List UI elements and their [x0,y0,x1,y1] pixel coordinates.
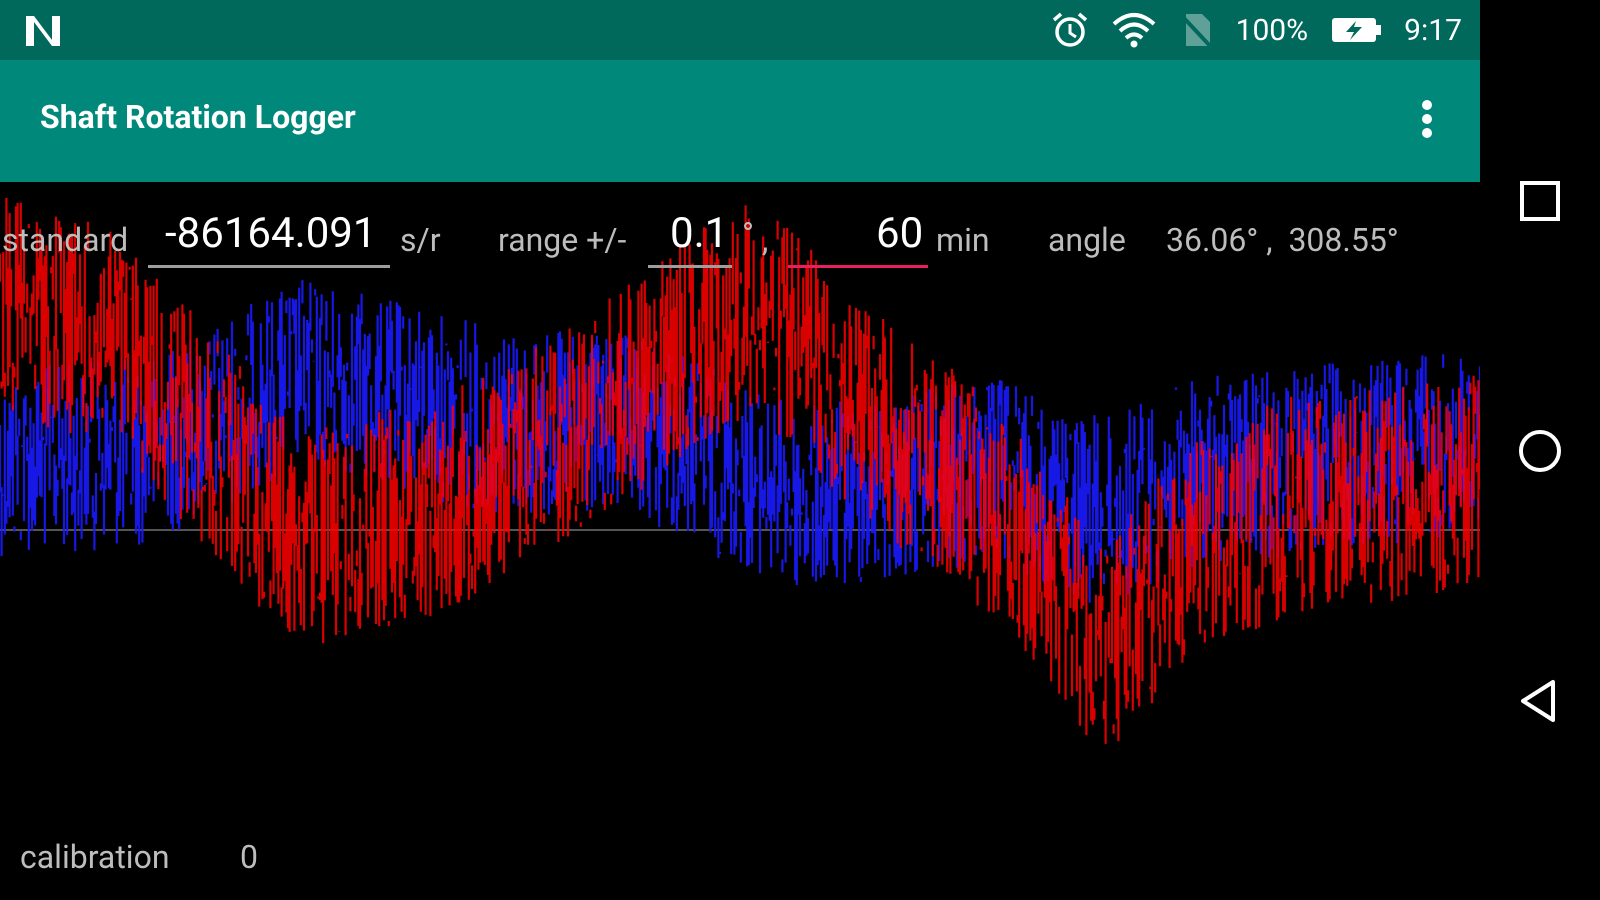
app-bar: Shaft Rotation Logger [0,60,1480,182]
series-red [0,197,1480,744]
home-icon[interactable] [1515,426,1565,476]
standard-input-underline [148,265,390,268]
standard-input[interactable]: -86164.091 [165,209,377,258]
calibration-label: calibration [20,838,170,876]
range-input[interactable]: 0.1 [670,209,728,258]
duration-unit: min [936,221,990,259]
recents-icon[interactable] [1515,176,1565,226]
range-input-underline [648,265,732,268]
duration-input-underline [788,265,928,268]
battery-charging-icon [1332,18,1382,42]
range-unit: ° [742,215,754,253]
no-sim-icon [1180,14,1214,50]
rotation-plot [0,197,1480,744]
controls-row: standard -86164.091 s/r range +/- 0.1 ° … [0,205,1480,275]
alarm-icon [1052,12,1087,47]
separator: , [762,221,769,259]
angle-values: 36.06° , 308.55° [1166,221,1399,259]
standard-unit: s/r [400,221,441,259]
overflow-menu-icon[interactable] [1412,96,1442,144]
clock: 9:17 [1404,12,1462,48]
calibration-value: 0 [240,838,258,876]
duration-input[interactable]: 60 [876,209,923,258]
standard-label: standard [2,221,129,259]
angle-label: angle [1048,221,1126,259]
range-label: range +/- [498,221,627,259]
n-logo-icon [26,16,60,46]
app-title: Shaft Rotation Logger [40,98,356,136]
wifi-icon [1112,13,1155,48]
navigation-bar [1480,0,1600,900]
battery-percent: 100% [1235,12,1309,48]
back-icon[interactable] [1515,676,1565,726]
status-bar: 100% 9:17 [0,0,1480,60]
